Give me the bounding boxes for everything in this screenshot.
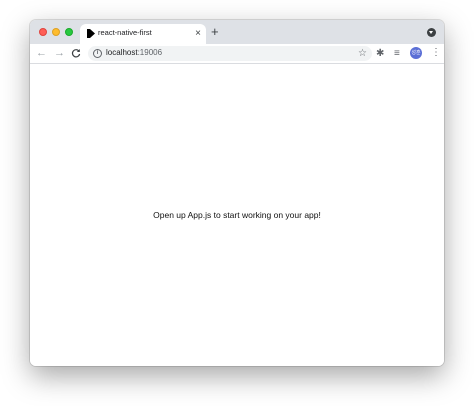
reload-icon[interactable] (71, 46, 81, 62)
window-close-button[interactable] (39, 28, 47, 36)
forward-icon[interactable]: → (54, 46, 65, 60)
app-message: Open up App.js to start working on your … (153, 210, 321, 220)
extensions-icon[interactable]: ✱ (376, 47, 384, 60)
bookmark-star-icon[interactable]: ☆ (358, 46, 367, 61)
tab-strip: react-native-first × + (30, 20, 444, 44)
browser-window: react-native-first × + ← → i localhost:1… (30, 20, 444, 366)
media-control-icon[interactable]: ≡ (394, 47, 400, 60)
expo-favicon-icon (87, 29, 95, 38)
url-host: localhost (106, 48, 138, 57)
window-minimize-button[interactable] (52, 28, 60, 36)
tab-close-icon[interactable]: × (195, 27, 201, 40)
profile-avatar[interactable]: 성훈 (410, 47, 422, 59)
tab-search-icon[interactable] (427, 28, 436, 37)
browser-toolbar: ← → i localhost:19006 ☆ ✱ ≡ 성훈 ⋮ (30, 44, 444, 64)
url-port: :19006 (137, 48, 163, 57)
info-icon[interactable]: i (93, 49, 102, 58)
window-maximize-button[interactable] (65, 28, 73, 36)
new-tab-button[interactable]: + (211, 24, 219, 40)
menu-icon[interactable]: ⋮ (431, 46, 441, 60)
back-icon[interactable]: ← (36, 46, 47, 60)
address-bar[interactable]: i localhost:19006 ☆ (88, 46, 372, 61)
page-content: Open up App.js to start working on your … (30, 64, 444, 366)
url-text[interactable]: localhost:19006 (106, 48, 162, 57)
tab-react-native-first[interactable]: react-native-first × (80, 24, 206, 44)
tab-title: react-native-first (98, 28, 152, 37)
